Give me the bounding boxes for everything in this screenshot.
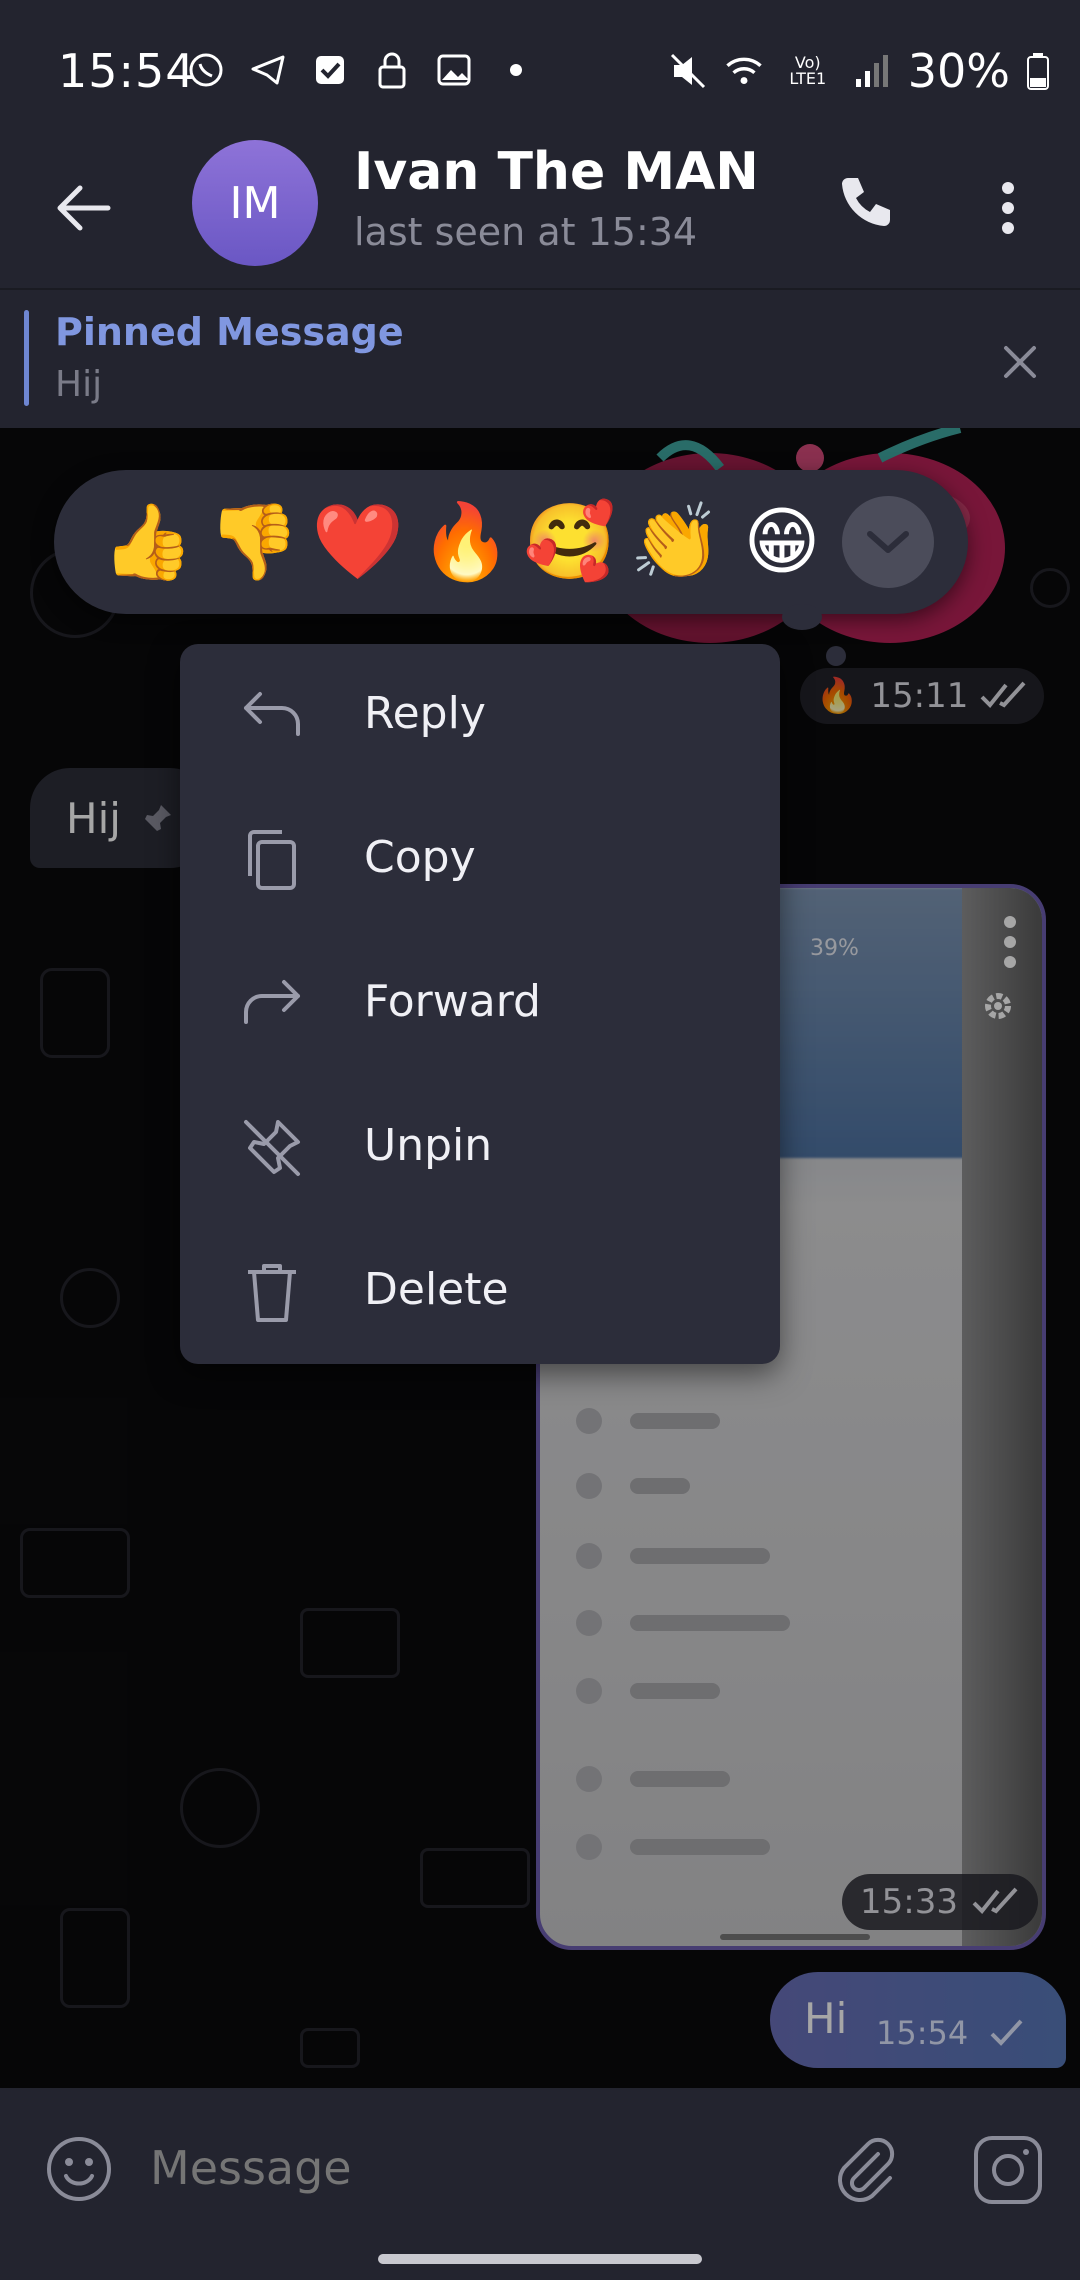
forward-icon — [244, 980, 300, 1024]
menu-item-unpin[interactable]: Unpin — [180, 1076, 780, 1220]
reaction-bar-tail — [826, 646, 846, 666]
reaction-thumbs-up[interactable]: 👍 — [100, 494, 196, 590]
menu-item-forward[interactable]: Forward — [180, 932, 780, 1076]
whatsapp-icon — [186, 50, 226, 90]
close-icon — [1004, 346, 1036, 378]
attach-button[interactable] — [830, 2132, 900, 2202]
dot-icon — [496, 50, 536, 90]
status-bar: 15:54 Vo) LTE1 30% — [0, 0, 1080, 130]
unpin-icon — [244, 1120, 300, 1176]
reaction-heart[interactable]: ❤️ — [310, 494, 406, 590]
expand-reactions-button[interactable] — [842, 496, 934, 588]
battery-percentage: 30% — [907, 44, 1010, 98]
menu-label: Reply — [364, 688, 486, 739]
pinned-message-bar[interactable]: Pinned Message Hij — [0, 288, 1080, 428]
chevron-down-icon — [867, 531, 909, 553]
last-seen-status: last seen at 15:34 — [354, 210, 698, 254]
more-options-button[interactable] — [978, 168, 1038, 248]
telegram-icon — [248, 50, 288, 90]
copy-icon — [248, 830, 296, 890]
reaction-grin[interactable]: 😁 — [734, 494, 830, 590]
menu-item-copy[interactable]: Copy — [180, 788, 780, 932]
contact-name[interactable]: Ivan The MAN — [354, 142, 759, 202]
menu-label: Forward — [364, 976, 541, 1027]
more-vertical-icon — [1002, 182, 1014, 234]
lock-icon — [372, 50, 412, 90]
message-input[interactable] — [150, 2128, 790, 2208]
menu-label: Copy — [364, 832, 476, 883]
volte-label: Vo) LTE1 — [789, 53, 827, 88]
checkbox-icon — [310, 50, 350, 90]
phone-icon — [842, 178, 890, 226]
pinned-indicator — [24, 310, 29, 406]
call-button[interactable] — [830, 168, 900, 238]
chat-header: IM Ivan The MAN last seen at 15:34 — [0, 130, 1080, 288]
context-menu: Reply Copy Forward Unpin Delete — [180, 644, 780, 1364]
camera-button[interactable] — [970, 2132, 1046, 2208]
avatar[interactable]: IM — [192, 140, 318, 266]
reply-icon — [244, 692, 300, 736]
menu-label: Delete — [364, 1264, 509, 1315]
smiley-icon — [47, 2137, 111, 2201]
paperclip-icon — [838, 2137, 895, 2202]
pinned-close-button[interactable] — [992, 334, 1048, 390]
reaction-fire[interactable]: 🔥 — [418, 494, 514, 590]
mute-icon — [668, 51, 708, 91]
camera-icon — [974, 2136, 1042, 2204]
reaction-thumbs-down[interactable]: 👎 — [206, 494, 302, 590]
navigation-bar — [0, 2240, 1080, 2280]
reaction-smiling-hearts[interactable]: 🥰 — [522, 494, 618, 590]
trash-icon — [248, 1264, 296, 1322]
system-icons: Vo) LTE1 30% — [668, 44, 1050, 98]
emoji-button[interactable] — [44, 2134, 114, 2204]
pinned-text: Hij — [55, 364, 103, 405]
menu-item-reply[interactable]: Reply — [180, 644, 780, 788]
menu-item-delete[interactable]: Delete — [180, 1220, 780, 1364]
status-time: 15:54 — [58, 44, 196, 98]
reaction-clap[interactable]: 👏 — [628, 494, 724, 590]
pinned-title: Pinned Message — [55, 310, 404, 354]
reaction-bar-tail — [782, 604, 822, 630]
arrow-left-icon — [57, 185, 111, 231]
reaction-bar: 👍 👎 ❤️ 🔥 🥰 👏 😁 — [54, 470, 968, 614]
home-indicator[interactable] — [378, 2254, 702, 2264]
signal-icon — [852, 51, 892, 91]
back-button[interactable] — [44, 168, 124, 248]
wifi-icon — [724, 51, 764, 91]
message-input-bar — [0, 2088, 1080, 2240]
notification-icons — [186, 50, 536, 90]
menu-label: Unpin — [364, 1120, 493, 1171]
image-icon — [434, 50, 474, 90]
battery-icon — [1026, 51, 1050, 91]
volte-icon: Vo) LTE1 — [780, 51, 836, 91]
